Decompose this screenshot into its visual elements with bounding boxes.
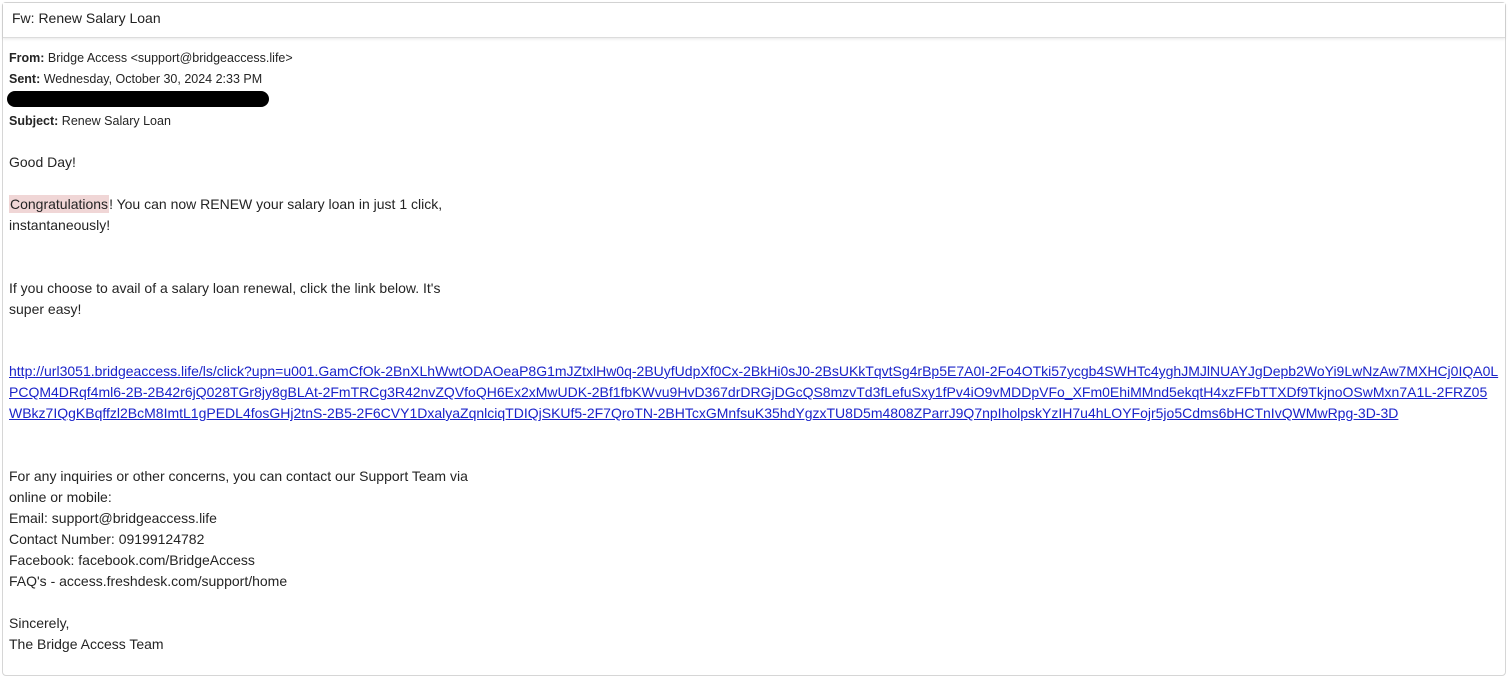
inquiry-line-2: online or mobile:	[9, 489, 112, 505]
inquiry-line-1: For any inquiries or other concerns, you…	[9, 468, 468, 484]
from-label: From:	[9, 51, 45, 65]
redacted-recipient-bar	[7, 91, 269, 107]
congrats-line-1-rest: ! You can now RENEW your salary loan in …	[109, 196, 443, 212]
contact-line: Contact Number: 09199124782	[9, 531, 205, 547]
sent-line: Sent: Wednesday, October 30, 2024 2:33 P…	[9, 71, 262, 87]
from-value: Bridge Access <support@bridgeaccess.life…	[47, 51, 293, 65]
congrats-line-1: Congratulations! You can now RENEW your …	[9, 194, 442, 215]
subject-value: Renew Salary Loan	[61, 114, 171, 128]
subject-label: Subject:	[9, 114, 59, 128]
highlighted-word: Congratulations	[9, 195, 110, 213]
sent-value: Wednesday, October 30, 2024 2:33 PM	[43, 72, 263, 86]
faq-line: FAQ's - access.freshdesk.com/support/hom…	[9, 573, 288, 589]
email-line: Email: support@bridgeaccess.life	[9, 510, 217, 526]
subject-bar: Fw: Renew Salary Loan	[3, 3, 1505, 38]
subject-line: Subject: Renew Salary Loan	[9, 113, 171, 129]
signature: The Bridge Access Team	[9, 636, 164, 652]
email-subject-title: Fw: Renew Salary Loan	[12, 10, 161, 26]
avail-line-1: If you choose to avail of a salary loan …	[9, 280, 441, 296]
congrats-line-2: instantaneously!	[9, 217, 111, 233]
signoff: Sincerely,	[9, 615, 70, 631]
facebook-line: Facebook: facebook.com/BridgeAccess	[9, 552, 255, 568]
sent-label: Sent:	[9, 72, 41, 86]
greeting: Good Day!	[9, 154, 76, 170]
from-line: From: Bridge Access <support@bridgeacces…	[9, 50, 293, 66]
renewal-link[interactable]: http://url3051.bridgeaccess.life/ls/clic…	[9, 361, 1499, 424]
avail-line-2: super easy!	[9, 301, 82, 317]
